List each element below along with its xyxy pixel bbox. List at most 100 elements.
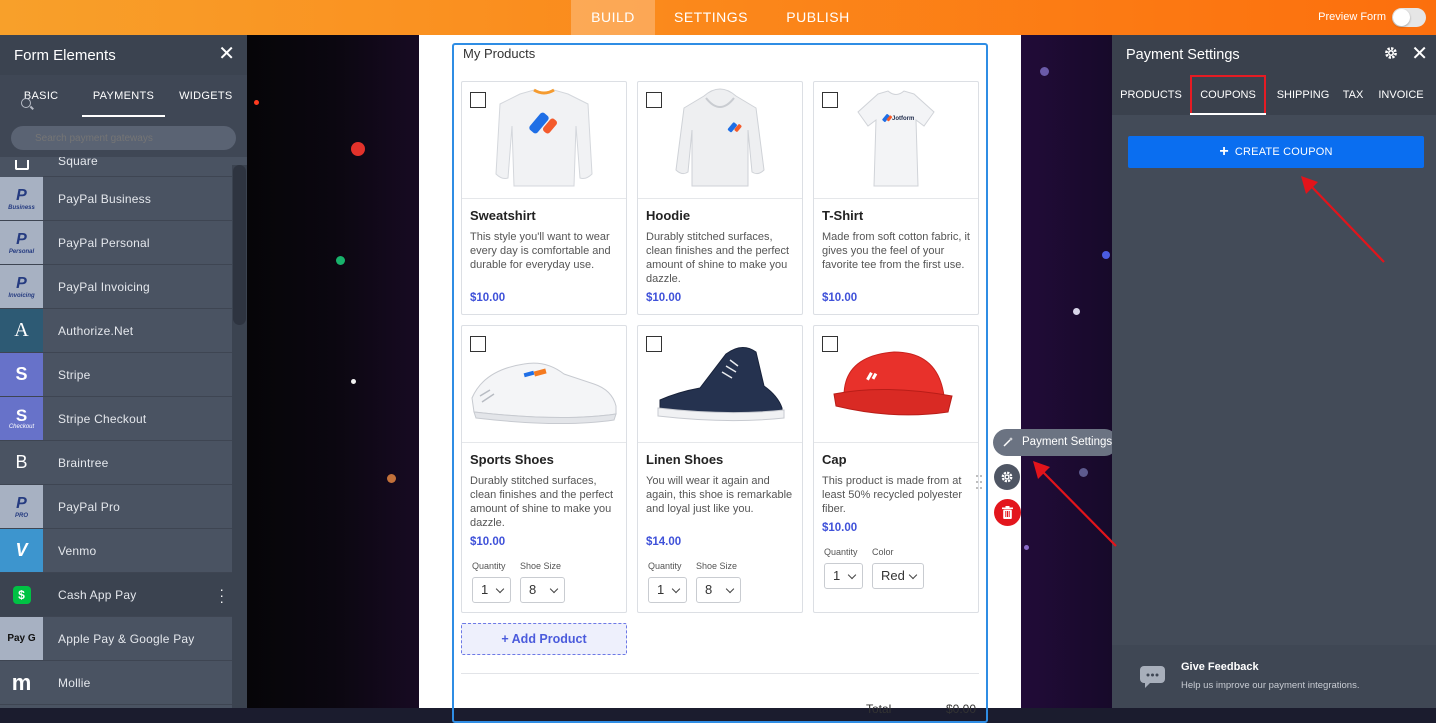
gateway-item-braintree[interactable]: B Braintree xyxy=(0,441,232,485)
properties-button[interactable] xyxy=(994,464,1020,490)
give-feedback-section[interactable]: Give Feedback Help us improve our paymen… xyxy=(1112,645,1436,708)
payment-settings-panel: Payment Settings ✕ PRODUCTS COUPONS SHIP… xyxy=(1112,35,1436,708)
gateway-label: Mollie xyxy=(58,676,91,690)
decorative-dot xyxy=(1102,251,1110,259)
gateway-item-paypal-invoicing[interactable]: P Invoicing PayPal Invoicing xyxy=(0,265,232,309)
decorative-dot xyxy=(351,379,356,384)
color-select[interactable]: Red xyxy=(872,563,924,589)
chevron-down-icon xyxy=(908,570,918,580)
product-price: $10.00 xyxy=(822,522,858,534)
shoe-size-select[interactable]: 8 xyxy=(520,577,565,603)
tab-coupons[interactable]: COUPONS xyxy=(1190,75,1266,115)
preview-form-toggle[interactable] xyxy=(1392,8,1426,27)
paypal-icon: P PRO xyxy=(0,485,43,528)
gateway-item-stripe[interactable]: S Stripe xyxy=(0,353,232,397)
authorize-net-icon: A xyxy=(0,309,43,352)
chevron-down-icon xyxy=(549,584,559,594)
tab-shipping[interactable]: SHIPPING xyxy=(1276,75,1330,115)
search-wrapper xyxy=(0,117,247,157)
tab-publish[interactable]: PUBLISH xyxy=(780,0,856,35)
quantity-select[interactable]: 1 xyxy=(824,563,863,589)
product-description: Durably stitched surfaces, clean finishe… xyxy=(470,475,614,529)
toggle-knob xyxy=(1393,9,1410,26)
widget-title: My Products xyxy=(463,46,536,61)
close-icon[interactable]: ✕ xyxy=(1411,44,1428,64)
gateway-item-cash-app-pay[interactable]: $ Cash App Pay · · · xyxy=(0,573,232,617)
panel-title: Payment Settings xyxy=(1126,47,1240,63)
tab-invoice[interactable]: INVOICE xyxy=(1376,75,1426,115)
product-description: You will wear it again and again, this s… xyxy=(646,475,793,515)
tab-payments[interactable]: PAYMENTS xyxy=(82,75,165,117)
panel-title: Form Elements xyxy=(14,47,116,64)
scrollbar-thumb[interactable] xyxy=(233,165,246,325)
shoe-size-select[interactable]: 8 xyxy=(696,577,741,603)
decorative-dot xyxy=(336,256,345,265)
gateway-item-apple-google-pay[interactable]: Pay G Apple Pay & Google Pay xyxy=(0,617,232,661)
tab-tax[interactable]: TAX xyxy=(1338,75,1368,115)
sweatshirt-image xyxy=(462,82,626,199)
mollie-icon: m xyxy=(0,661,43,704)
gateway-item-stripe-checkout[interactable]: S Checkout Stripe Checkout xyxy=(0,397,232,441)
hoodie-image xyxy=(638,82,802,199)
product-checkbox[interactable] xyxy=(470,336,486,352)
total-label: Total xyxy=(866,702,892,716)
gateway-list-scrollbar[interactable] xyxy=(232,165,247,708)
quantity-select[interactable]: 1 xyxy=(648,577,687,603)
product-list-widget[interactable]: My Products Sweatshirt This style you'll… xyxy=(452,43,988,723)
gateway-item-paypal-business[interactable]: P Business PayPal Business xyxy=(0,177,232,221)
gateway-item-paypal-pro[interactable]: P PRO PayPal Pro xyxy=(0,485,232,529)
product-checkbox[interactable] xyxy=(822,336,838,352)
close-icon[interactable]: ✕ xyxy=(218,44,235,64)
product-checkbox[interactable] xyxy=(822,92,838,108)
add-product-button[interactable]: + Add Product xyxy=(461,623,627,655)
product-name: Hoodie xyxy=(646,208,691,223)
cash-app-icon: $ xyxy=(0,573,43,616)
gateway-label: Apple Pay & Google Pay xyxy=(58,632,195,646)
gateway-item-square[interactable]: Square xyxy=(0,157,232,177)
gateway-list: Square P Business PayPal Business P Pers… xyxy=(0,157,232,708)
quantity-select[interactable]: 1 xyxy=(472,577,511,603)
tab-settings[interactable]: SETTINGS xyxy=(668,0,754,35)
gateway-label: Cash App Pay xyxy=(58,588,137,602)
product-name: Cap xyxy=(822,452,847,467)
product-checkbox[interactable] xyxy=(470,92,486,108)
create-coupon-label: CREATE COUPON xyxy=(1234,146,1333,158)
tab-products[interactable]: PRODUCTS xyxy=(1116,75,1186,115)
payment-settings-button[interactable]: Payment Settings xyxy=(993,429,1118,456)
gateway-label: PayPal Pro xyxy=(58,500,121,514)
create-coupon-button[interactable]: + CREATE COUPON xyxy=(1128,136,1424,168)
gateway-label: Stripe xyxy=(58,368,91,382)
product-name: T-Shirt xyxy=(822,208,864,223)
chevron-down-icon xyxy=(847,570,857,580)
paypal-icon: P Business xyxy=(0,177,43,220)
gateway-label: PayPal Personal xyxy=(58,236,150,250)
tab-widgets[interactable]: WIDGETS xyxy=(165,75,247,117)
decorative-dot xyxy=(1040,67,1049,76)
tab-build[interactable]: BUILD xyxy=(571,0,655,35)
tab-basic[interactable]: BASIC xyxy=(0,75,82,117)
feedback-title: Give Feedback xyxy=(1181,661,1259,673)
stripe-checkout-icon: S Checkout xyxy=(0,397,43,440)
more-options-icon[interactable]: · · · xyxy=(219,582,224,608)
delete-button[interactable] xyxy=(994,499,1021,526)
product-card-sweatshirt: Sweatshirt This style you'll want to wea… xyxy=(461,81,627,315)
shoe-size-label: Shoe Size xyxy=(696,561,738,571)
gateway-item-venmo[interactable]: V Venmo xyxy=(0,529,232,573)
element-tabs: BASIC PAYMENTS WIDGETS xyxy=(0,75,247,117)
payment-settings-label: Payment Settings xyxy=(1022,436,1113,448)
product-checkbox[interactable] xyxy=(646,336,662,352)
chat-bubble-icon xyxy=(1140,666,1165,688)
square-icon xyxy=(0,157,43,177)
gateway-item-mollie[interactable]: m Mollie xyxy=(0,661,232,705)
gateway-item-authorize-net[interactable]: A Authorize.Net xyxy=(0,309,232,353)
drag-handle-icon[interactable] xyxy=(975,474,983,490)
product-card-hoodie: Hoodie Durably stitched surfaces, clean … xyxy=(637,81,803,315)
search-gateways-input[interactable] xyxy=(11,126,236,150)
quantity-label: Quantity xyxy=(648,561,682,571)
gear-icon[interactable] xyxy=(1384,46,1398,60)
product-checkbox[interactable] xyxy=(646,92,662,108)
shoe-size-label: Shoe Size xyxy=(520,561,562,571)
gateway-label: Authorize.Net xyxy=(58,324,134,338)
gateway-item-paypal-personal[interactable]: P Personal PayPal Personal xyxy=(0,221,232,265)
product-price: $10.00 xyxy=(646,292,682,304)
